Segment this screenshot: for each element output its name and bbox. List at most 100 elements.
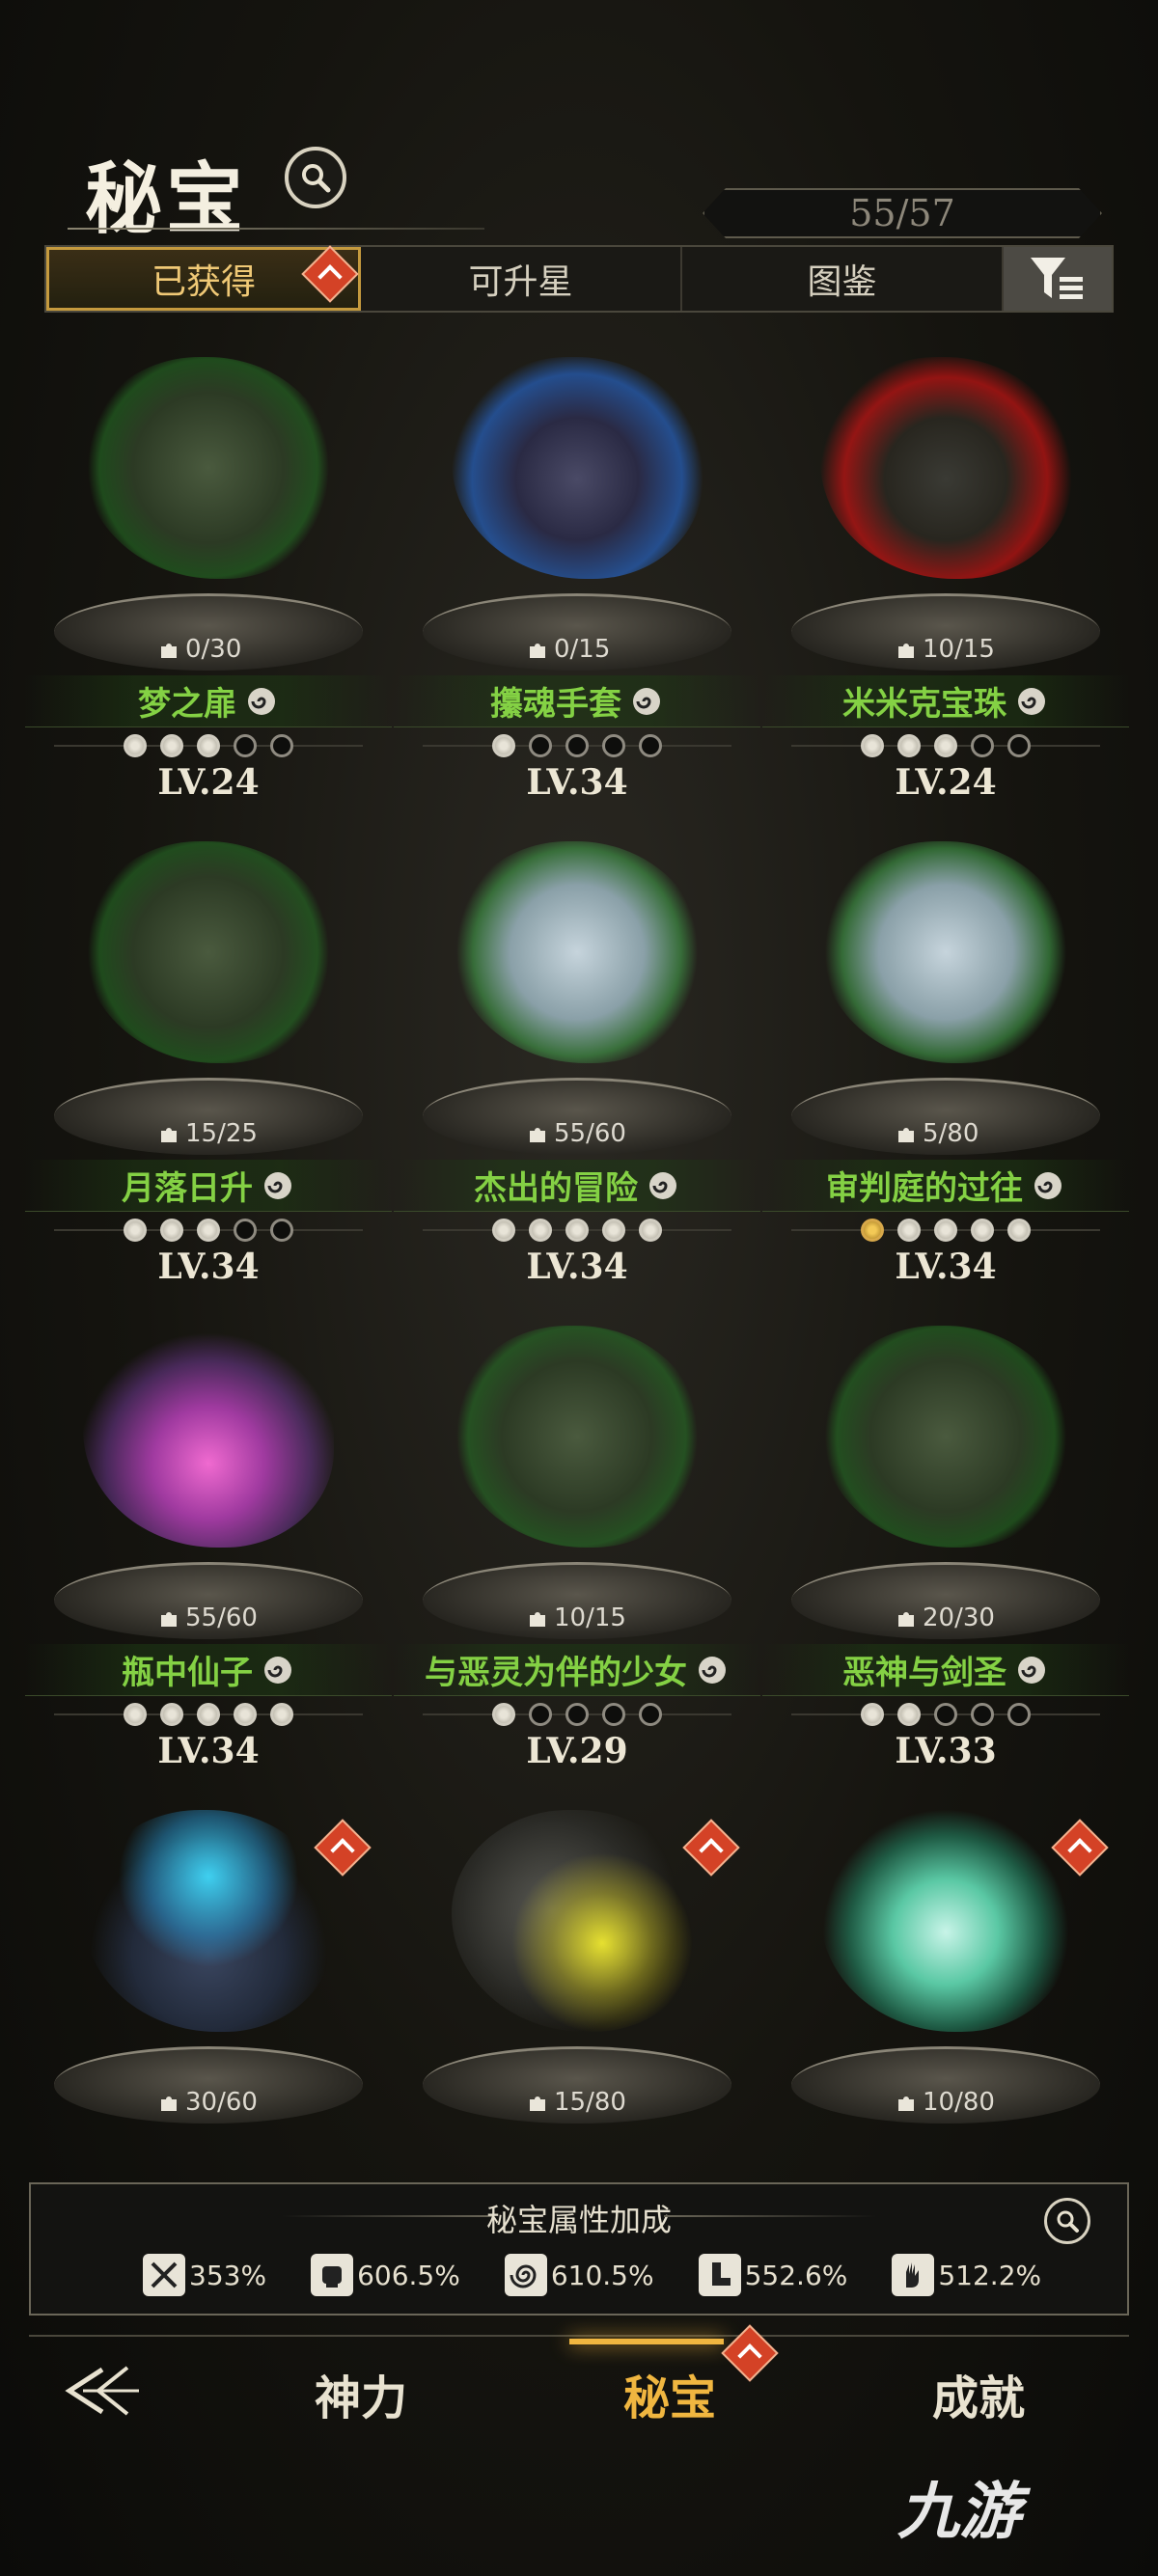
treasure-card[interactable]: 10/15 与恶灵为伴的少女 LV.29 [394,1326,760,1808]
shard-text: 10/80 [923,2088,995,2117]
shard-text: 30/60 [185,2088,258,2117]
star-icon [529,1703,552,1726]
star-icon [934,1219,957,1242]
star-icon [897,734,921,757]
stat-value: 606.5% [357,2259,460,2291]
treasure-card[interactable]: 0/30 梦之扉 LV.24 [25,357,392,839]
treasure-card[interactable]: 10/15 米米克宝珠 LV.24 [762,357,1129,839]
star-icon [197,1703,220,1726]
stat-speed: 552.6% [698,2254,848,2296]
star-icon [160,1219,183,1242]
treasure-artwork [820,357,1071,579]
bonus-panel: 秘宝属性加成 353% 606.5% 610.5% 552.6% 512.2% [29,2182,1129,2316]
shard-text: 10/15 [923,635,995,664]
puzzle-icon [898,2096,914,2111]
treasure-artwork [820,1326,1071,1548]
treasure-level: LV.24 [895,762,997,803]
treasure-artwork [83,1810,334,2032]
collection-counter: 55/57 [703,188,1102,238]
star-rating [394,1216,760,1245]
star-icon [971,1703,994,1726]
name-row: 米米克宝珠 [762,675,1129,727]
treasure-card[interactable]: 20/30 恶神与剑圣 LV.33 [762,1326,1129,1808]
star-rating [394,731,760,760]
treasure-card[interactable]: 15/25 月落日升 LV.34 [25,841,392,1324]
nav-active-indicator [569,2339,724,2344]
star-icon [934,1703,957,1726]
search-icon [302,164,331,193]
star-icon [197,734,220,757]
nav-achievement[interactable]: 成就 [932,2360,1025,2427]
filter-icon [1031,258,1083,299]
search-button[interactable] [285,147,346,208]
puzzle-icon [530,2096,545,2111]
boot-icon [698,2254,741,2296]
star-icon [492,1219,515,1242]
treasure-card[interactable]: 55/60 杰出的冒险 LV.34 [394,841,760,1324]
type-icon [1018,1656,1045,1684]
upgrade-badge-icon [682,1819,740,1877]
tab-codex[interactable]: 图鉴 [682,247,1004,311]
shard-count: 55/60 [527,1119,626,1148]
upgrade-badge-icon [301,245,359,303]
star-icon [1007,734,1031,757]
treasure-card[interactable]: 5/80 审判庭的过往 LV.34 [762,841,1129,1324]
star-icon [160,734,183,757]
puzzle-icon [161,644,177,658]
shard-text: 0/15 [554,635,611,664]
upgrade-badge-icon [721,2324,779,2382]
star-icon [1007,1219,1031,1242]
name-row: 审判庭的过往 [762,1160,1129,1212]
bonus-detail-button[interactable] [1044,2198,1090,2244]
treasure-card[interactable]: 55/60 瓶中仙子 LV.34 [25,1326,392,1808]
stat-value: 552.6% [744,2259,848,2291]
treasure-artwork [452,1326,703,1548]
star-icon [529,734,552,757]
back-button[interactable] [64,2360,145,2422]
name-row: 杰出的冒险 [394,1160,760,1212]
puzzle-icon [898,1612,914,1627]
puzzle-icon [898,1128,914,1142]
shard-text: 0/30 [185,635,242,664]
star-icon [529,1219,552,1242]
treasure-artwork [820,841,1071,1063]
star-icon [124,1219,147,1242]
shard-count: 10/15 [896,635,995,664]
treasure-level: LV.34 [157,1731,260,1771]
filter-button[interactable] [1004,247,1112,311]
treasure-artwork [83,841,334,1063]
star-icon [639,1219,662,1242]
treasure-artwork [452,841,703,1063]
shard-text: 20/30 [923,1603,995,1632]
treasure-artwork [452,357,703,579]
star-icon [565,1703,589,1726]
star-rating [25,1216,392,1245]
star-icon [861,1703,884,1726]
treasure-name: 杰出的冒险 [474,1169,638,1208]
tab-upgradable[interactable]: 可升星 [361,247,682,311]
star-rating [25,1700,392,1729]
hand-icon [892,2254,935,2296]
nav-treasure[interactable]: 秘宝 [623,2360,716,2427]
tab-label: 已获得 [151,262,256,302]
treasure-name: 米米克宝珠 [842,685,1006,724]
star-icon [934,734,957,757]
treasure-level: LV.34 [157,1247,260,1287]
divider [664,2215,876,2217]
back-arrow-icon [65,2366,139,2416]
star-icon [861,734,884,757]
treasure-name: 与恶灵为伴的少女 [425,1654,687,1692]
treasure-level: LV.34 [526,762,628,803]
swirl-icon [504,2254,547,2296]
treasure-artwork [83,1326,334,1548]
shard-text: 55/60 [554,1119,626,1148]
nav-divine-power[interactable]: 神力 [315,2360,407,2427]
tab-label: 可升星 [468,262,573,302]
shard-count: 10/80 [896,2088,995,2117]
tab-obtained[interactable]: 已获得 [46,245,361,311]
treasure-card[interactable]: 0/15 攥魂手套 LV.34 [394,357,760,839]
puzzle-icon [530,1128,545,1142]
stat-value: 610.5% [550,2259,654,2291]
title-underline [68,228,484,230]
type-icon [1034,1171,1062,1199]
